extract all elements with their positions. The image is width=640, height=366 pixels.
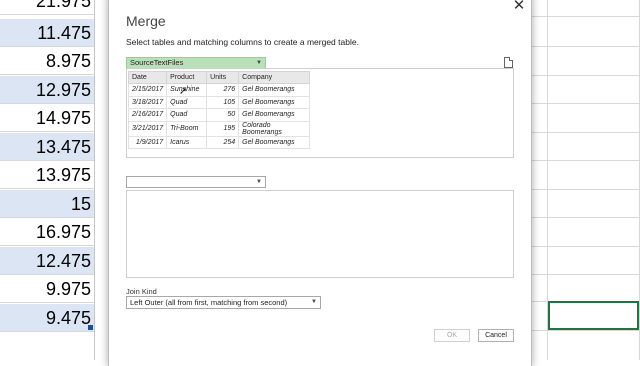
grid-line: [530, 132, 640, 133]
sheet-cell[interactable]: 12.975: [0, 76, 94, 104]
sheet-cell[interactable]: 14.975: [0, 104, 94, 132]
close-icon[interactable]: ✕: [511, 0, 527, 14]
table-cell: 276: [206, 83, 240, 97]
table-cell: Icarus: [166, 135, 208, 149]
table-cell: Quad: [166, 95, 208, 109]
column-header[interactable]: Units: [206, 71, 240, 84]
first-table-preview: Date Product Units Company 2/15/2017 Sun…: [126, 68, 514, 158]
table-cell: Colorado Boomerangs: [238, 120, 311, 137]
preview-table: Date Product Units Company 2/15/2017 Sun…: [127, 71, 311, 149]
grid-line: [530, 75, 640, 76]
sheet-cell[interactable]: 13.975: [0, 161, 94, 189]
table-row: 3/18/2017 Quad 105 Gel Boomerangs: [127, 95, 311, 109]
sheet-cell[interactable]: 8.975: [0, 47, 94, 75]
table-cell: 2/16/2017: [127, 108, 168, 122]
table-cell: Gel Boomerangs: [238, 135, 311, 149]
grid-line: [530, 160, 640, 161]
cancel-button[interactable]: Cancel: [478, 329, 514, 342]
first-table-select-value: SourceTextFiles: [130, 58, 184, 67]
table-cell: 50: [206, 108, 240, 122]
column-divider: [94, 0, 95, 360]
dialog-subtitle: Select tables and matching columns to cr…: [126, 37, 359, 47]
dialog-title: Merge: [126, 13, 166, 29]
join-kind-label: Join Kind: [126, 287, 157, 296]
table-cell: 1/9/2017: [127, 135, 168, 149]
table-row: 1/9/2017 Icarus 254 Gel Boomerangs: [127, 135, 311, 149]
table-cell: 105: [206, 95, 240, 109]
sheet-cell[interactable]: 15: [0, 190, 94, 218]
grid-line: [530, 103, 640, 104]
table-cell: Gel Boomerangs: [238, 95, 311, 109]
table-row: 3/21/2017 Tri-Boom 195 Colorado Boomeran…: [127, 120, 311, 137]
sheet-cell[interactable]: 11.475: [0, 19, 94, 47]
selected-cell[interactable]: [548, 301, 639, 330]
sheet-cell[interactable]: 9.475: [0, 304, 94, 332]
table-cell: Quad: [166, 108, 208, 122]
ok-button[interactable]: OK: [434, 329, 470, 342]
table-cell: 3/18/2017: [127, 95, 168, 109]
join-kind-select[interactable]: Left Outer (all from first, matching fro…: [126, 296, 321, 309]
grid-line: [530, 189, 640, 190]
chevron-down-icon: ▼: [256, 179, 262, 185]
chevron-down-icon: ▼: [256, 60, 262, 66]
sheet-cell[interactable]: 9.975: [0, 275, 94, 303]
preview-header-row: Date Product Units Company: [127, 71, 311, 84]
sheet-cell[interactable]: 16.975: [0, 218, 94, 246]
table-cell: 2/15/2017: [127, 83, 168, 97]
table-row: 2/16/2017 Quad 50 Gel Boomerangs: [127, 108, 311, 122]
second-table-preview: [126, 190, 514, 278]
table-cell: Gel Boomerangs: [238, 108, 311, 122]
chevron-down-icon: ▼: [311, 299, 317, 305]
grid-line: [530, 330, 640, 331]
second-table-select[interactable]: ▼: [126, 176, 266, 188]
table-row: 2/15/2017 Sunshine 276 Gel Boomerangs: [127, 83, 311, 97]
grid-line: [530, 274, 640, 275]
value-column: 21.975 11.475 8.975 12.975 14.975 13.475…: [0, 0, 94, 360]
table-cell: Gel Boomerangs: [238, 83, 311, 97]
table-cell: 254: [206, 135, 240, 149]
merge-dialog: ✕ Merge Select tables and matching colum…: [108, 0, 532, 366]
column-header[interactable]: Company: [238, 71, 311, 84]
grid-line: [530, 46, 640, 47]
table-cell: 3/21/2017: [127, 120, 168, 137]
file-icon[interactable]: [504, 57, 513, 68]
table-cell: Tri-Boom: [166, 120, 208, 137]
sheet-cell[interactable]: 12.475: [0, 247, 94, 275]
sheet-cell[interactable]: 21.975: [0, 0, 94, 15]
column-header[interactable]: Product: [166, 71, 208, 84]
grid-line: [530, 16, 640, 17]
table-cell: 195: [206, 120, 240, 137]
join-kind-value: Left Outer (all from first, matching fro…: [130, 298, 288, 307]
column-header[interactable]: Date: [127, 71, 168, 84]
fill-handle[interactable]: [88, 325, 93, 330]
grid-line: [530, 246, 640, 247]
grid-line: [530, 217, 640, 218]
mouse-cursor-icon: ➚: [179, 86, 188, 97]
sheet-cell[interactable]: 13.475: [0, 133, 94, 161]
